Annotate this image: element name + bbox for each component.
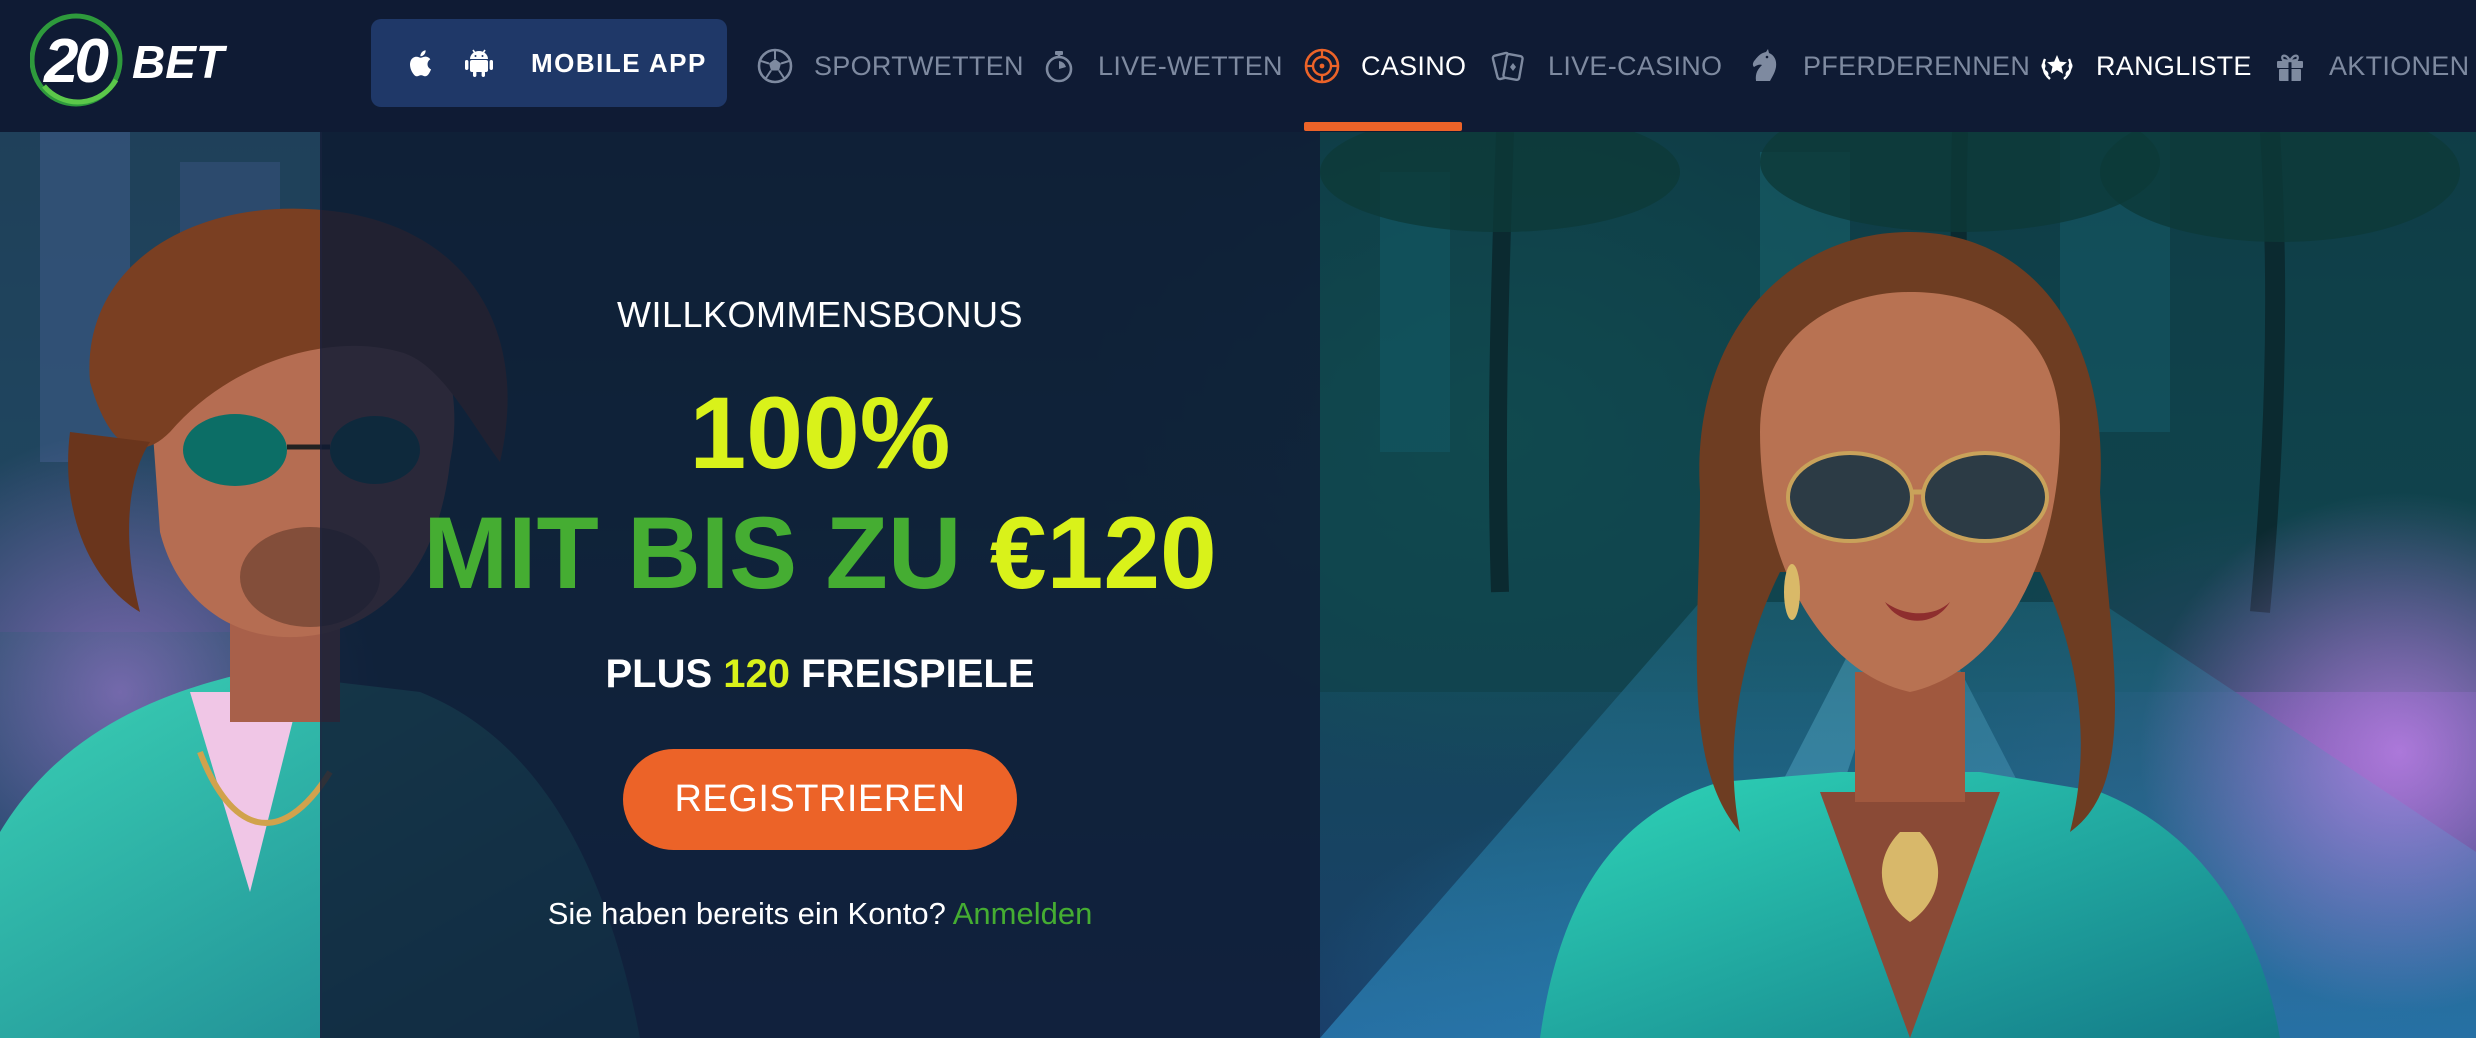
nav-item-casino[interactable]: CASINO [1303, 0, 1466, 132]
bonus-amount-value: €120 [989, 496, 1217, 610]
welcome-bonus-promo: WILLKOMMENSBONUS 100% MIT BIS ZU €120 PL… [0, 132, 1640, 1038]
nav-item-live-casino[interactable]: LIVE-CASINO [1490, 0, 1722, 132]
stopwatch-icon [1045, 51, 1073, 83]
active-tab-indicator [1304, 122, 1462, 131]
nav-label: LIVE-CASINO [1548, 50, 1723, 81]
gift-icon [2277, 54, 2303, 81]
laurel-star-icon [2041, 55, 2073, 80]
free-spins-suffix: FREISPIELE [790, 652, 1035, 696]
android-icon [465, 49, 493, 77]
top-navigation-bar: 20 BET MOBILE APP SPORTWETTEN LIVE-WETTE… [0, 0, 2476, 132]
mobile-app-label: MOBILE APP [531, 47, 707, 78]
nav-label: PFERDERENNEN [1803, 50, 2031, 81]
login-link[interactable]: Anmelden [953, 896, 1093, 931]
nav-item-pferderennen[interactable]: PFERDERENNEN [1745, 0, 2030, 132]
nav-item-sportwetten[interactable]: SPORTWETTEN [756, 0, 1024, 132]
cards-icon [1491, 51, 1524, 82]
bonus-amount: MIT BIS ZU €120 [0, 502, 1640, 604]
nav-item-live-wetten[interactable]: LIVE-WETTEN [1040, 0, 1283, 132]
hero-banner: WILLKOMMENSBONUS 100% MIT BIS ZU €120 PL… [0, 132, 2476, 1038]
nav-label: AKTIONEN [2329, 50, 2470, 81]
register-button[interactable]: REGISTRIEREN [623, 749, 1017, 850]
svg-text:BET: BET [132, 36, 228, 88]
nav-label: SPORTWETTEN [814, 50, 1024, 81]
horse-icon [1752, 49, 1777, 81]
roulette-icon [1304, 48, 1340, 84]
soccer-ball-icon [757, 48, 793, 84]
svg-text:20: 20 [43, 27, 108, 96]
nav-item-aktionen[interactable]: AKTIONEN [2271, 0, 2469, 132]
apple-icon [410, 50, 432, 77]
free-spins-prefix: PLUS [605, 652, 724, 696]
nav-item-rangliste[interactable]: RANGLISTE [2038, 0, 2252, 132]
nav-label: CASINO [1361, 50, 1467, 81]
nav-label: RANGLISTE [2096, 50, 2252, 81]
welcome-bonus-heading: WILLKOMMENSBONUS [616, 294, 1024, 335]
brand-logo-mark: 20 BET [30, 13, 228, 107]
brand-logo[interactable]: 20 BET [30, 10, 240, 114]
mobile-app-button[interactable]: MOBILE APP [371, 19, 727, 107]
nav-label: LIVE-WETTEN [1098, 50, 1283, 81]
bonus-percent: 100% [689, 376, 951, 490]
free-spins-text: PLUS 120 FREISPIELE [0, 652, 1640, 697]
login-prompt: Sie haben bereits ein Konto? Anmelden [0, 896, 1640, 932]
free-spins-count: 120 [723, 652, 791, 696]
bonus-amount-prefix: MIT BIS ZU [423, 496, 990, 610]
login-prompt-text: Sie haben bereits ein Konto? [547, 896, 953, 931]
